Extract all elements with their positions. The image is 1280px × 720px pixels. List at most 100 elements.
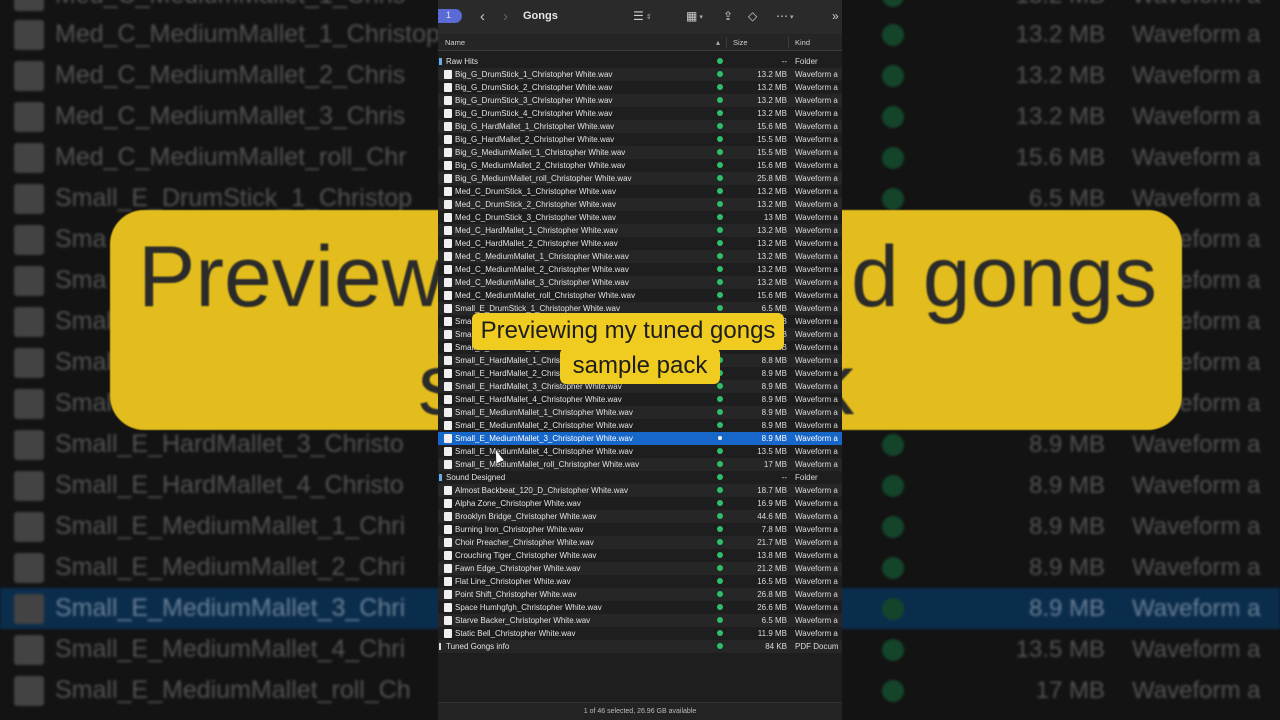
file-row[interactable]: Big_G_DrumStick_3_Christopher White.wav 1… (438, 94, 842, 107)
file-row[interactable]: Crouching Tiger_Christopher White.wav 13.… (438, 549, 842, 562)
file-kind: Waveform a (795, 174, 838, 183)
forward-icon[interactable]: › (503, 8, 508, 25)
file-size: 13.8 MB (757, 551, 787, 560)
sync-status-icon (717, 58, 723, 64)
file-row[interactable]: Small_E_HardMallet_4_Christopher White.w… (438, 393, 842, 406)
file-name: Crouching Tiger_Christopher White.wav (455, 551, 597, 560)
file-kind: Waveform a (795, 252, 838, 261)
file-kind: Waveform a (795, 343, 838, 352)
column-size[interactable]: Size (733, 38, 748, 47)
more-actions-icon[interactable]: ⋯ ▾ (776, 9, 794, 23)
file-row[interactable]: Med_C_MediumMallet_1_Christopher White.w… (438, 250, 842, 263)
file-icon (444, 278, 452, 287)
sync-status-icon (717, 539, 723, 545)
file-row[interactable]: Big_G_DrumStick_2_Christopher White.wav 1… (438, 81, 842, 94)
file-row[interactable]: Big_G_MediumMallet_1_Christopher White.w… (438, 146, 842, 159)
file-icon (444, 382, 452, 391)
file-size: 25.8 MB (757, 174, 787, 183)
file-icon (444, 577, 452, 586)
sync-status-icon (717, 487, 723, 493)
file-row[interactable]: Med_C_DrumStick_3_Christopher White.wav 1… (438, 211, 842, 224)
file-row[interactable]: Med_C_MediumMallet_3_Christopher White.w… (438, 276, 842, 289)
file-row[interactable]: Small_E_MediumMallet_1_Christopher White… (438, 406, 842, 419)
sync-status-icon (717, 461, 723, 467)
file-row[interactable]: Big_G_MediumMallet_roll_Christopher Whit… (438, 172, 842, 185)
file-row[interactable]: Big_G_DrumStick_1_Christopher White.wav 1… (438, 68, 842, 81)
file-icon (444, 135, 452, 144)
file-name: Raw Hits (446, 57, 479, 66)
file-row[interactable]: Starve Backer_Christopher White.wav 6.5 M… (438, 614, 842, 627)
file-row[interactable]: Alpha Zone_Christopher White.wav 16.9 MB W… (438, 497, 842, 510)
file-row[interactable]: Med_C_DrumStick_1_Christopher White.wav 1… (438, 185, 842, 198)
column-divider[interactable] (788, 37, 789, 48)
file-name: Small_E_DrumStick_1_Christopher White.wa… (455, 304, 620, 313)
file-size: 21.7 MB (757, 538, 787, 547)
file-size: 8.9 MB (761, 382, 787, 391)
file-icon (444, 551, 452, 560)
file-row[interactable]: Med_C_HardMallet_1_Christopher White.wav… (438, 224, 842, 237)
window-title: Gongs (523, 10, 558, 22)
file-name: Static Bell_Christopher White.wav (455, 629, 576, 638)
tag-icon[interactable]: ◇ (748, 9, 757, 23)
file-row[interactable]: Static Bell_Christopher White.wav 11.9 MB… (438, 627, 842, 640)
file-kind: Waveform a (795, 200, 838, 209)
file-name: Med_C_DrumStick_2_Christopher White.wav (455, 200, 616, 209)
file-kind: Waveform a (795, 603, 838, 612)
file-icon (444, 512, 452, 521)
file-name: Big_G_MediumMallet_1_Christopher White.w… (455, 148, 626, 157)
document-row[interactable]: Tuned Gongs info 84 KB PDF Docum (438, 640, 842, 653)
file-kind: Waveform a (795, 213, 838, 222)
toolbar-overflow-icon[interactable]: » (832, 9, 839, 23)
file-size: 13.2 MB (757, 265, 787, 274)
column-divider[interactable] (726, 37, 727, 48)
caption-line-2: sample pack (560, 348, 720, 384)
grid-view-icon[interactable]: ▦ ▾ (686, 9, 703, 23)
folder-row[interactable]: Raw Hits -- Folder (438, 55, 842, 68)
file-kind: Waveform a (795, 356, 838, 365)
toolbar: 1 ‹ › Gongs ☰ ⇕ ▦ ▾ ⇪ ◇ ⋯ ▾ » (438, 0, 842, 34)
folder-row[interactable]: Sound Designed -- Folder (438, 471, 842, 484)
file-row[interactable]: Big_G_MediumMallet_2_Christopher White.w… (438, 159, 842, 172)
file-icon (444, 616, 452, 625)
disclosure-triangle-icon[interactable] (439, 474, 442, 481)
sync-status-icon (717, 526, 723, 532)
file-row[interactable]: Choir Preacher_Christopher White.wav 21.7… (438, 536, 842, 549)
file-row[interactable]: Small_E_MediumMallet_3_Christopher White… (438, 432, 842, 445)
file-row[interactable]: Almost Backbeat_120_D_Christopher White.… (438, 484, 842, 497)
caption-line-1: Previewing my tuned gongs (472, 313, 784, 350)
file-row[interactable]: Big_G_HardMallet_2_Christopher White.wav… (438, 133, 842, 146)
file-row[interactable]: Flat Line_Christopher White.wav 16.5 MB Wa… (438, 575, 842, 588)
file-kind: Waveform a (795, 369, 838, 378)
disclosure-triangle-icon[interactable] (439, 58, 442, 65)
file-row[interactable]: Small_E_MediumMallet_2_Christopher White… (438, 419, 842, 432)
file-name: Big_G_DrumStick_2_Christopher White.wav (455, 83, 613, 92)
file-row[interactable]: Space Humhgfgh_Christopher White.wav 26.6… (438, 601, 842, 614)
column-kind[interactable]: Kind (795, 38, 810, 47)
file-kind: Waveform a (795, 408, 838, 417)
back-icon[interactable]: ‹ (480, 8, 485, 25)
file-row[interactable]: Fawn Edge_Christopher White.wav 21.2 MB Wa… (438, 562, 842, 575)
column-name[interactable]: Name (445, 38, 465, 47)
file-row[interactable]: Burning Iron_Christopher White.wav 7.8 MB… (438, 523, 842, 536)
file-row[interactable]: Big_G_HardMallet_1_Christopher White.wav… (438, 120, 842, 133)
file-name: Big_G_HardMallet_2_Christopher White.wav (455, 135, 615, 144)
file-row[interactable]: Point Shift_Christopher White.wav 26.8 MB… (438, 588, 842, 601)
file-row[interactable]: Med_C_HardMallet_2_Christopher White.wav… (438, 237, 842, 250)
file-icon (444, 265, 452, 274)
file-row[interactable]: Big_G_DrumStick_4_Christopher White.wav 1… (438, 107, 842, 120)
file-row[interactable]: Med_C_MediumMallet_roll_Christopher Whit… (438, 289, 842, 302)
sort-ascending-icon[interactable]: ▴ (716, 38, 720, 47)
file-row[interactable]: Med_C_MediumMallet_2_Christopher White.w… (438, 263, 842, 276)
file-name: Med_C_MediumMallet_roll_Christopher Whit… (455, 291, 636, 300)
sidebar-toggle-badge[interactable]: 1 (438, 9, 462, 23)
file-name: Alpha Zone_Christopher White.wav (455, 499, 581, 508)
file-kind: Waveform a (795, 382, 838, 391)
file-size: 44.6 MB (757, 512, 787, 521)
share-icon[interactable]: ⇪ (723, 9, 733, 23)
list-view-icon[interactable]: ☰ ⇕ (633, 9, 652, 23)
file-row[interactable]: Med_C_DrumStick_2_Christopher White.wav 1… (438, 198, 842, 211)
file-name: Med_C_MediumMallet_2_Christopher White.w… (455, 265, 629, 274)
file-row[interactable]: Brooklyn Bridge_Christopher White.wav 44.… (438, 510, 842, 523)
sync-status-icon (718, 436, 722, 440)
file-size: 7.8 MB (761, 525, 787, 534)
